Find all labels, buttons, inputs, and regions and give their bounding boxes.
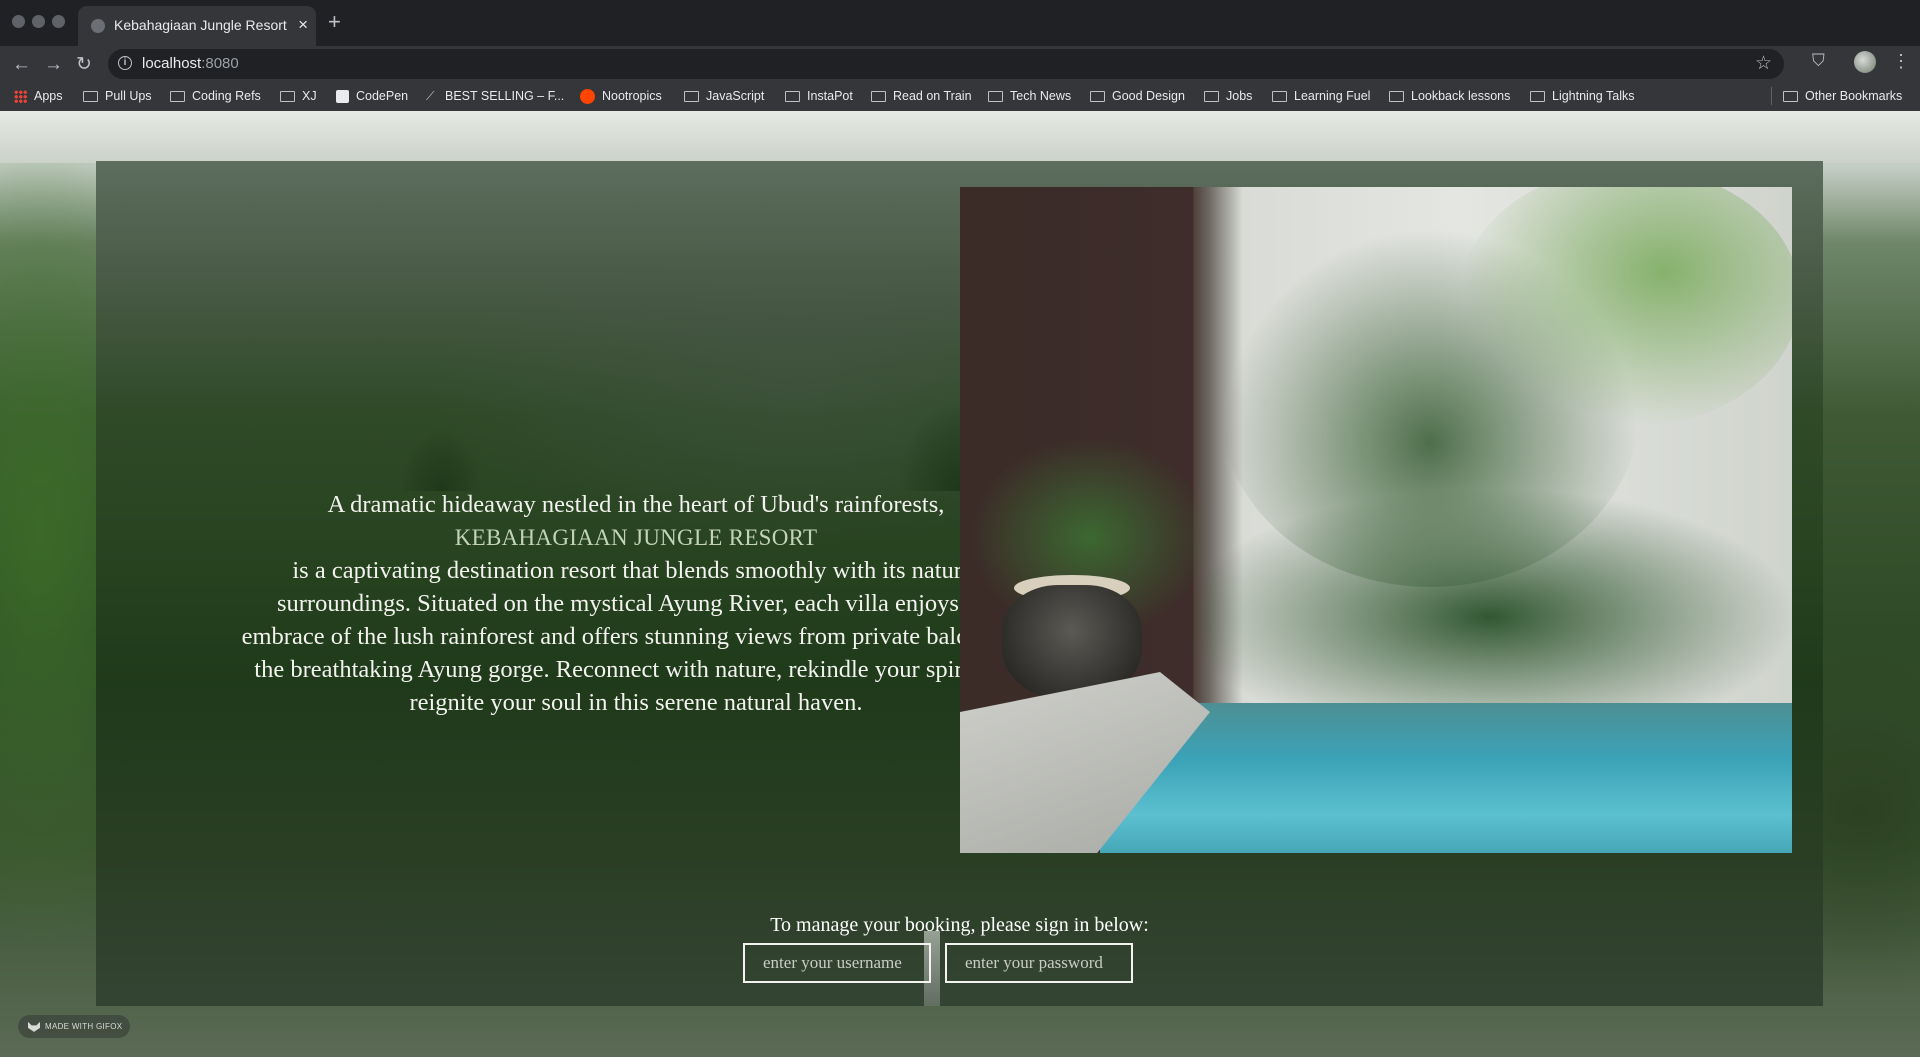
apps-grid-icon	[14, 89, 27, 103]
extension-shield-icon[interactable]: ⛉	[1812, 51, 1825, 71]
bookmark-star-icon[interactable]: ☆	[1755, 52, 1772, 75]
bookmark-learning-fuel[interactable]: Learning Fuel	[1272, 81, 1370, 111]
tab-strip: Kebahagiaan Jungle Resort × +	[0, 0, 1920, 46]
resort-description: A dramatic hideaway nestled in the heart…	[236, 488, 1036, 719]
signin-prompt: To manage your booking, please sign in b…	[770, 914, 1149, 936]
folder-icon	[1204, 90, 1219, 102]
bookmark-other-bookmarks[interactable]: Other Bookmarks	[1783, 81, 1902, 111]
bookmark-nootropics[interactable]: Nootropics	[580, 81, 662, 111]
codepen-icon	[336, 89, 349, 103]
info-icon[interactable]: i	[118, 56, 132, 70]
bookmark-coding-refs[interactable]: Coding Refs	[170, 81, 261, 111]
folder-icon	[1783, 90, 1798, 102]
globe-icon	[91, 19, 105, 33]
maximize-window-button[interactable]	[52, 15, 65, 28]
feather-icon: ⟋	[426, 89, 435, 103]
forward-button[interactable]: →	[44, 52, 63, 78]
resort-name: KEBAHAGIAAN JUNGLE RESORT	[454, 524, 818, 550]
bookmark-jobs[interactable]: Jobs	[1204, 81, 1252, 111]
menu-kebab-icon[interactable]: ⋮	[1892, 51, 1910, 72]
bookmark-lightning-talks[interactable]: Lightning Talks	[1530, 81, 1634, 111]
close-icon[interactable]: ×	[298, 15, 308, 35]
gifox-logo-icon	[28, 1021, 40, 1032]
username-input[interactable]	[743, 943, 931, 983]
folder-icon	[684, 90, 699, 102]
bookmark-xj[interactable]: XJ	[280, 81, 317, 111]
bookmark-pull-ups[interactable]: Pull Ups	[83, 81, 152, 111]
browser-toolbar: ← → ↻ i localhost:8080 ☆ ⛉ ⋮	[0, 46, 1920, 84]
folder-icon	[1389, 90, 1404, 102]
intro-body: is a captivating destination resort that…	[241, 556, 1031, 716]
bookmark-codepen[interactable]: CodePen	[336, 81, 408, 111]
sky-backdrop	[0, 111, 1920, 163]
bookmark-read-on-train[interactable]: Read on Train	[871, 81, 972, 111]
plunge-pool	[1100, 703, 1792, 853]
tab-active[interactable]: Kebahagiaan Jungle Resort ×	[78, 6, 316, 46]
close-window-button[interactable]	[12, 15, 25, 28]
profile-avatar[interactable]	[1854, 51, 1876, 73]
folder-icon	[785, 90, 800, 102]
bookmark-tech-news[interactable]: Tech News	[988, 81, 1071, 111]
villa-pool-photo	[960, 187, 1792, 853]
reddit-icon	[580, 88, 595, 104]
content-card: A dramatic hideaway nestled in the heart…	[96, 161, 1823, 1006]
minimize-window-button[interactable]	[32, 15, 45, 28]
bookmarks-bar: Apps Pull Ups Coding Refs XJ CodePen ⟋ BE…	[0, 81, 1920, 111]
url-text[interactable]: localhost:8080	[142, 55, 239, 72]
folder-icon	[1272, 90, 1287, 102]
bookmark-best-selling[interactable]: ⟋ BEST SELLING – F...	[426, 81, 564, 111]
tab-title: Kebahagiaan Jungle Resort	[114, 17, 287, 33]
folder-icon	[1090, 90, 1105, 102]
gifox-badge: MADE WITH GIFOX	[18, 1015, 130, 1038]
bookmark-javascript[interactable]: JavaScript	[684, 81, 764, 111]
bookmark-lookback-lessons[interactable]: Lookback lessons	[1389, 81, 1510, 111]
bookmarks-divider	[1771, 87, 1772, 105]
folder-icon	[83, 90, 98, 102]
reload-button[interactable]: ↻	[76, 52, 92, 78]
folder-icon	[871, 90, 886, 102]
intro-lead: A dramatic hideaway nestled in the heart…	[327, 490, 945, 518]
address-bar[interactable]: i localhost:8080 ☆	[108, 49, 1784, 79]
bookmark-apps[interactable]: Apps	[14, 81, 63, 111]
browser-chrome: Kebahagiaan Jungle Resort × + ← → ↻ i lo…	[0, 0, 1920, 111]
bookmark-good-design[interactable]: Good Design	[1090, 81, 1185, 111]
page-background: A dramatic hideaway nestled in the heart…	[0, 111, 1920, 1057]
back-button[interactable]: ←	[12, 52, 31, 78]
bookmark-instapot[interactable]: InstaPot	[785, 81, 853, 111]
password-input[interactable]	[945, 943, 1133, 983]
folder-icon	[1530, 90, 1545, 102]
folder-icon	[988, 90, 1003, 102]
new-tab-button[interactable]: +	[328, 11, 341, 33]
folder-icon	[170, 90, 185, 102]
folder-icon	[280, 90, 295, 102]
